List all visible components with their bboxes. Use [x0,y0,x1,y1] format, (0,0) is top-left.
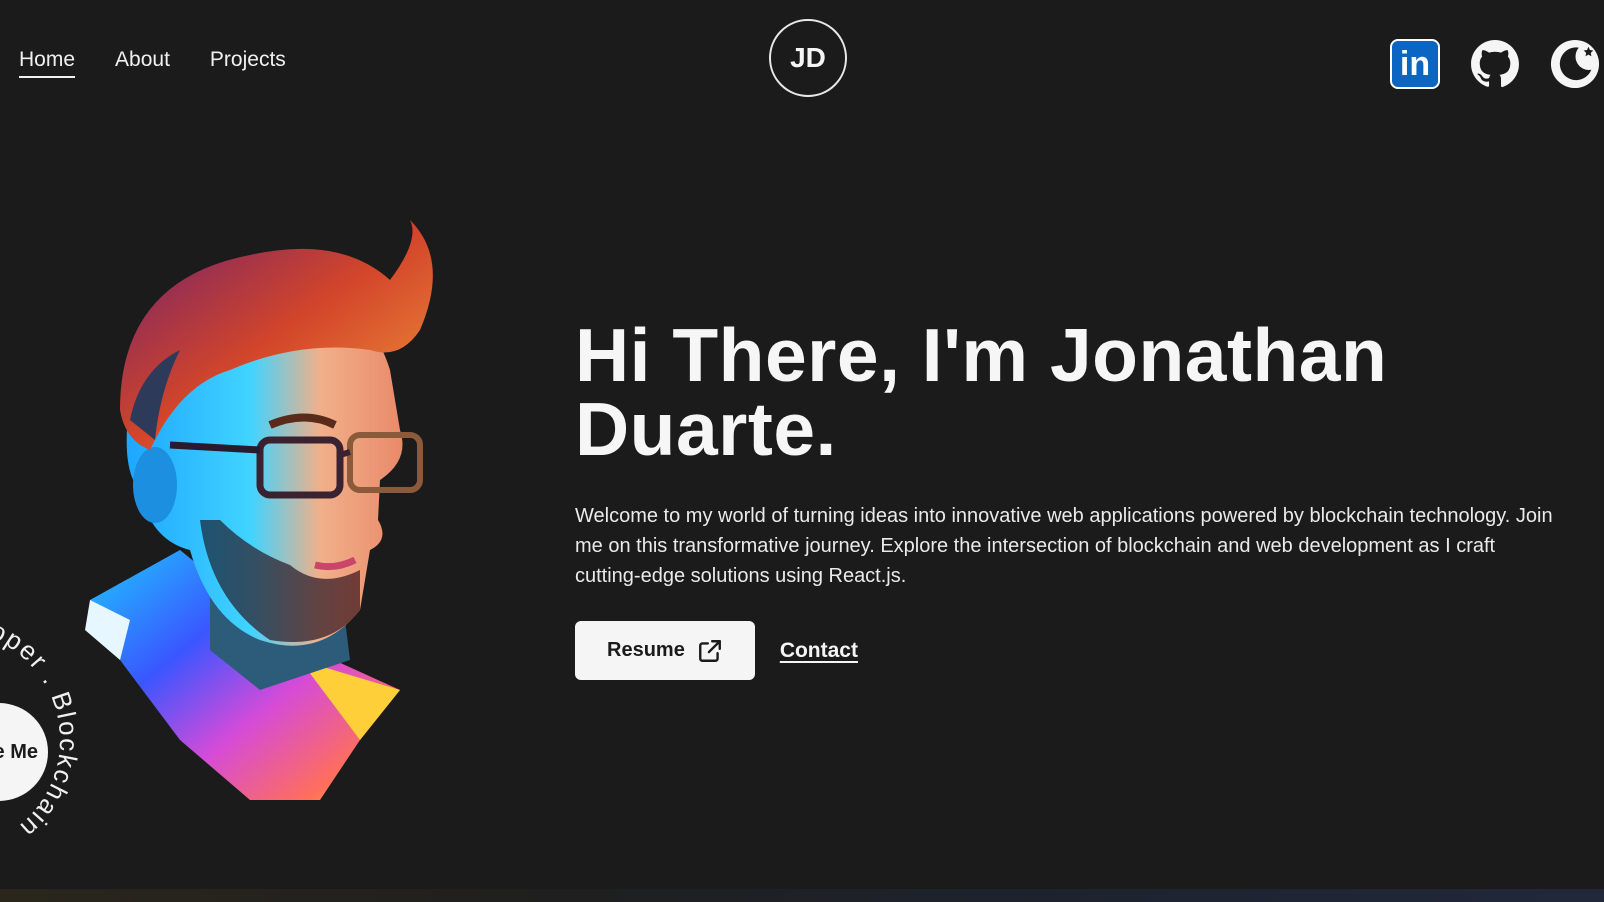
github-icon-svg [1471,40,1519,88]
nav-projects-link[interactable]: Projects [210,48,286,78]
theme-moon-icon[interactable] [1550,39,1600,89]
bottom-edge-strip [0,889,1604,902]
page: Home About Projects JD in per . Blockcha… [0,0,1604,902]
main-nav: Home About Projects [19,48,286,78]
portrait-illustration [85,220,433,800]
resume-button[interactable]: Resume [575,621,755,680]
hire-me-label: e Me [0,740,38,763]
hero-actions: Resume Contact [575,621,858,680]
nav-home-link[interactable]: Home [19,48,76,78]
linkedin-label: in [1399,44,1431,83]
github-icon[interactable] [1470,39,1520,89]
moon-icon-svg [1550,39,1600,89]
hero-headline: Hi There, I'm Jonathan Duarte. [575,313,1388,471]
social-links: in [1390,39,1604,89]
resume-label: Resume [607,639,685,661]
linkedin-icon[interactable]: in [1390,39,1440,89]
external-link-icon [698,639,721,662]
contact-link[interactable]: Contact [780,639,858,663]
nav-about-link[interactable]: About [115,48,170,78]
site-logo[interactable]: JD [769,19,847,97]
hero-intro: Welcome to my world of turning ideas int… [575,505,1553,587]
